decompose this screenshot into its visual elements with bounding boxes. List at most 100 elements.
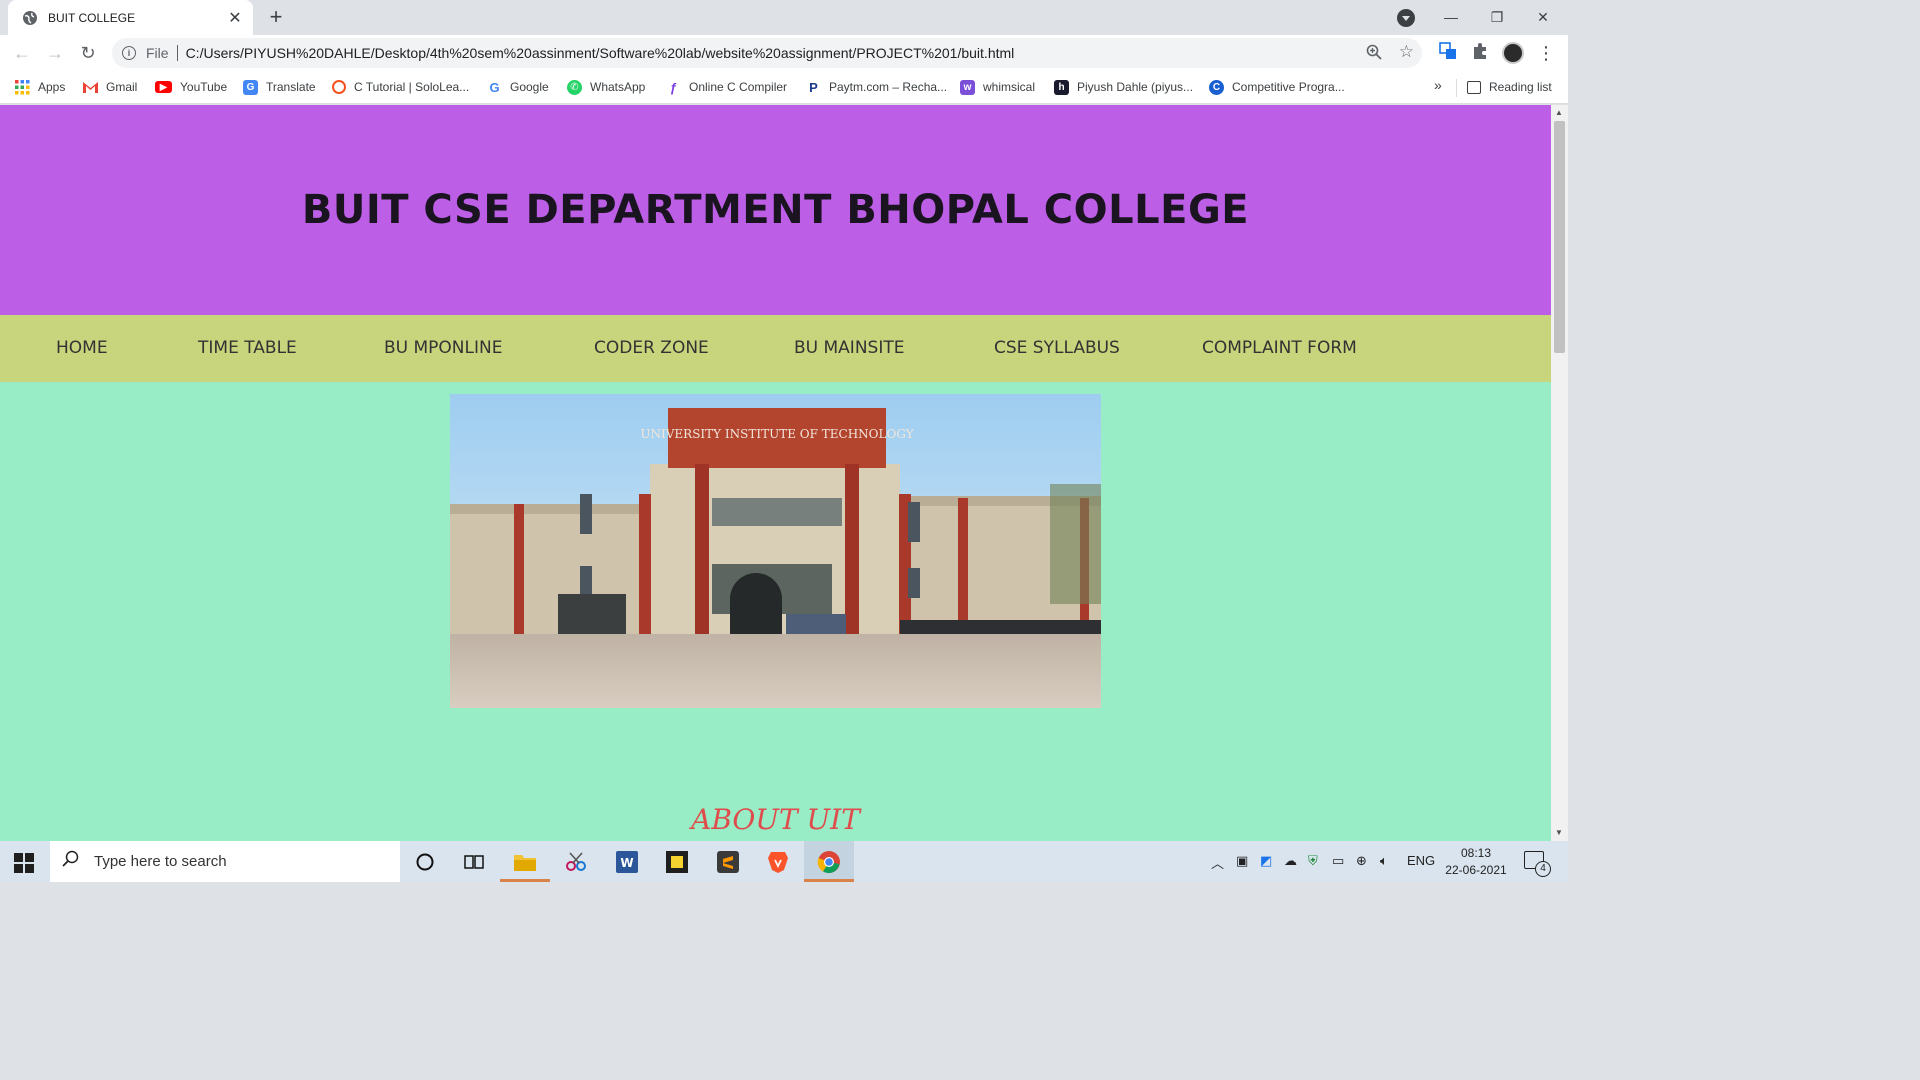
bookmark-google[interactable]: G Google: [487, 78, 549, 96]
battery-icon[interactable]: ▭: [1332, 853, 1344, 869]
svg-text:W: W: [620, 856, 633, 870]
info-icon[interactable]: i: [122, 46, 136, 60]
sticky-notes-icon[interactable]: [652, 841, 702, 882]
zoom-icon[interactable]: [1366, 44, 1382, 64]
input-language[interactable]: ENG: [1407, 853, 1435, 868]
reload-button[interactable]: ↻: [76, 41, 100, 65]
cortana-icon[interactable]: [400, 841, 450, 882]
bookmarks-bar: Apps Gmail ▶ YouTube G Translate C Tutor…: [0, 71, 1568, 104]
windows-taskbar: Type here to search W ︿ ▣ ◩ ☁ ⛨ ▭ ⊕ 🔈︎ E…: [0, 841, 1568, 882]
bookmark-piyush-dahle[interactable]: h Piyush Dahle (piyus...: [1054, 78, 1193, 96]
bookmark-apps[interactable]: Apps: [15, 78, 65, 96]
youtube-icon: ▶: [155, 81, 172, 93]
nav-coder-zone[interactable]: CODER ZONE: [594, 338, 709, 358]
reading-list-label: Reading list: [1489, 80, 1552, 94]
volume-icon[interactable]: 🔈︎: [1380, 853, 1388, 869]
paytm-icon: P: [809, 79, 818, 95]
translate-extension-icon[interactable]: [1437, 42, 1459, 64]
bookmark-whatsapp[interactable]: ✆ WhatsApp: [567, 78, 645, 96]
bookmark-paytm[interactable]: P Paytm.com – Recha...: [806, 78, 947, 96]
meet-now-icon[interactable]: ▣: [1236, 853, 1248, 869]
scroll-down-arrow-icon[interactable]: ▼: [1555, 828, 1563, 837]
taskbar-search-box[interactable]: Type here to search: [50, 841, 400, 882]
translate-tray-icon[interactable]: ◩: [1260, 853, 1272, 869]
bookmark-whimsical[interactable]: w whimsical: [960, 78, 1035, 96]
compiler-icon: ƒ: [669, 79, 678, 95]
bookmarks-overflow-button[interactable]: »: [1434, 77, 1442, 93]
page-scrollbar[interactable]: ▲ ▼: [1551, 105, 1568, 841]
tab-buit-college[interactable]: BUIT COLLEGE ✕: [8, 0, 253, 35]
whimsical-icon: w: [960, 79, 975, 95]
forward-button[interactable]: →: [43, 41, 67, 65]
sublime-text-icon[interactable]: [703, 841, 753, 882]
bookmark-sololearn[interactable]: C Tutorial | SoloLea...: [332, 78, 469, 96]
tab-strip: BUIT COLLEGE ✕ + — ❐ ✕: [0, 0, 1568, 35]
nav-complaint-form[interactable]: COMPLAINT FORM: [1202, 338, 1357, 358]
profile-avatar[interactable]: [1502, 42, 1524, 64]
search-placeholder: Type here to search: [94, 853, 227, 870]
nav-cse-syllabus[interactable]: CSE SYLLABUS: [994, 338, 1120, 358]
nav-bu-mainsite[interactable]: BU MAINSITE: [794, 338, 904, 358]
new-tab-button[interactable]: +: [264, 6, 288, 30]
bookmark-label: Piyush Dahle (piyus...: [1077, 80, 1194, 94]
nav-home[interactable]: HOME: [56, 338, 108, 358]
tab-title: BUIT COLLEGE: [48, 10, 136, 25]
bookmark-label: YouTube: [180, 80, 228, 94]
bookmark-label: C Tutorial | SoloLea...: [354, 80, 470, 94]
back-button[interactable]: ←: [10, 41, 34, 65]
word-icon[interactable]: W: [602, 841, 652, 882]
system-clock[interactable]: 08:13 22-06-2021: [1440, 845, 1512, 879]
address-bar[interactable]: i File C:/Users/PIYUSH%20DAHLE/Desktop/4…: [112, 38, 1422, 68]
bookmark-label: Apps: [38, 80, 66, 94]
bookmark-label: Competitive Progra...: [1232, 80, 1345, 94]
about-heading: ABOUT UIT: [691, 803, 860, 836]
bookmark-label: Online C Compiler: [689, 80, 788, 94]
browser-toolbar: ← → ↻ i File C:/Users/PIYUSH%20DAHLE/Des…: [0, 35, 1568, 71]
bookmark-label: whimsical: [983, 80, 1036, 94]
network-globe-icon[interactable]: ⊕: [1356, 853, 1367, 869]
extensions-puzzle-icon[interactable]: [1469, 42, 1491, 64]
show-hidden-icons-chevron-icon[interactable]: ︿: [1211, 853, 1224, 872]
minimize-button[interactable]: —: [1428, 4, 1474, 30]
reading-list-icon: [1467, 80, 1481, 94]
security-shield-icon[interactable]: ⛨: [1308, 853, 1318, 869]
building-sign-text: UNIVERSITY INSTITUTE OF TECHNOLOGY: [640, 427, 914, 441]
url-text[interactable]: C:/Users/PIYUSH%20DAHLE/Desktop/4th%20se…: [186, 45, 1015, 61]
close-window-button[interactable]: ✕: [1520, 4, 1566, 30]
site-title: BUIT CSE DEPARTMENT BHOPAL COLLEGE: [301, 187, 1250, 233]
chrome-icon[interactable]: [804, 841, 854, 882]
translate-icon: G: [243, 79, 258, 95]
close-tab-icon[interactable]: ✕: [227, 8, 243, 28]
hashnode-icon: h: [1054, 79, 1069, 95]
site-nav: HOME TIME TABLE BU MPONLINE CODER ZONE B…: [0, 315, 1551, 382]
onedrive-icon[interactable]: ☁: [1284, 853, 1297, 869]
reading-list-button[interactable]: Reading list: [1467, 78, 1552, 96]
file-explorer-icon[interactable]: [500, 841, 550, 882]
bookmark-competitive-programming[interactable]: C Competitive Progra...: [1209, 78, 1345, 96]
scroll-up-arrow-icon[interactable]: ▲: [1555, 108, 1563, 117]
bookmark-translate[interactable]: G Translate: [243, 78, 316, 96]
task-view-icon[interactable]: [449, 841, 499, 882]
bookmark-star-icon[interactable]: ☆: [1399, 42, 1414, 62]
restore-button[interactable]: ❐: [1474, 4, 1520, 30]
bookmark-label: Google: [510, 80, 549, 94]
brave-browser-icon[interactable]: [753, 841, 803, 882]
snipping-tool-icon[interactable]: [551, 841, 601, 882]
windows-start-icon[interactable]: [14, 853, 34, 873]
nav-time-table[interactable]: TIME TABLE: [198, 338, 297, 358]
url-scheme: File: [146, 45, 169, 61]
competitive-icon: C: [1209, 79, 1224, 95]
bookmark-online-c-compiler[interactable]: ƒ Online C Compiler: [666, 78, 787, 96]
more-menu-icon[interactable]: ⋮: [1537, 42, 1555, 64]
bookmark-youtube[interactable]: ▶ YouTube: [155, 78, 227, 96]
bookmarks-divider: [1456, 79, 1457, 97]
search-icon: [62, 850, 80, 873]
gmail-icon: [83, 80, 98, 95]
nav-bu-mponline[interactable]: BU MPONLINE: [384, 338, 502, 358]
clock-date: 22-06-2021: [1445, 863, 1507, 877]
page-viewport: BUIT CSE DEPARTMENT BHOPAL COLLEGE HOME …: [0, 105, 1551, 841]
globe-icon: [22, 10, 38, 26]
bookmark-gmail[interactable]: Gmail: [83, 78, 137, 96]
scrollbar-thumb[interactable]: [1554, 121, 1565, 353]
tab-search-icon[interactable]: [1397, 9, 1415, 27]
